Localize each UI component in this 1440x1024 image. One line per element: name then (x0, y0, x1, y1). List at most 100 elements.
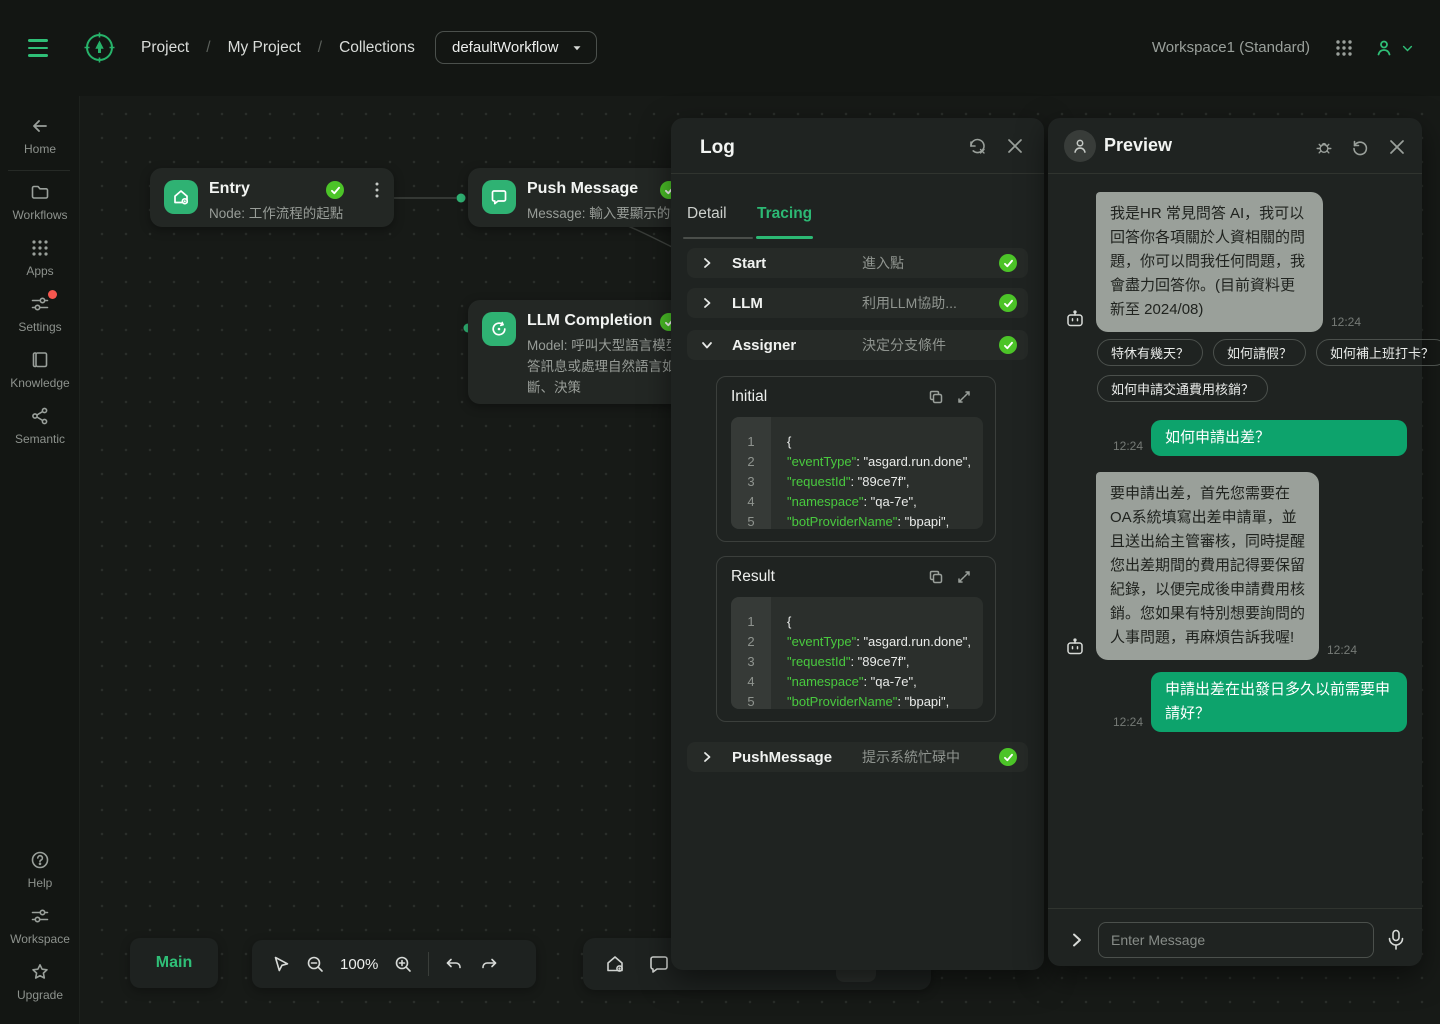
message-input[interactable] (1098, 922, 1374, 958)
clear-history-icon[interactable] (967, 136, 988, 157)
user-icon (1374, 38, 1394, 58)
preview-title: Preview (1104, 135, 1172, 156)
copy-icon[interactable] (927, 388, 945, 406)
breadcrumb-project[interactable]: Project (141, 39, 189, 57)
star-icon (30, 962, 50, 982)
bot-avatar-icon (1064, 636, 1086, 658)
sidebar-item-upgrade[interactable]: Upgrade (0, 962, 80, 1002)
breadcrumb-collections[interactable]: Collections (339, 39, 415, 57)
breadcrumb-my-project[interactable]: My Project (228, 39, 301, 57)
bot-avatar-icon (1064, 308, 1086, 330)
node-more-icon[interactable] (368, 180, 386, 200)
sidebar-item-apps[interactable]: Apps (0, 238, 80, 278)
sidebar-item-home[interactable]: Home (0, 116, 80, 156)
chevron-right-icon (700, 296, 714, 310)
sliders-icon (30, 906, 50, 926)
debug-icon[interactable] (1314, 137, 1334, 157)
trace-row-start[interactable]: Start 進入點 (687, 248, 1028, 278)
bot-message-row: 要申請出差，首先您需要在 OA系統填寫出差申請單，並 且送出給主管審核，同時提醒… (1064, 472, 1365, 660)
preview-header: Preview (1048, 118, 1422, 174)
node-entry[interactable]: Entry Node: 工作流程的起點 (150, 168, 394, 227)
zoom-out-icon[interactable] (305, 954, 325, 974)
chevron-right-icon[interactable] (1068, 931, 1086, 949)
node-success-badge (326, 181, 344, 199)
node-title: Entry (209, 180, 343, 198)
result-code-block[interactable]: 12345 { "eventType": "asgard.run.done", … (731, 597, 983, 709)
entry-node-icon (164, 180, 198, 214)
sidebar-item-help[interactable]: Help (0, 850, 80, 890)
notification-dot (48, 290, 57, 299)
trace-row-assigner[interactable]: Assigner 決定分支條件 (687, 330, 1028, 360)
app-grid-icon[interactable] (1335, 39, 1353, 57)
user-message-bubble: 如何申請出差？ (1151, 420, 1407, 456)
preview-panel: Preview 我是HR 常見問答 AI，我可以 回答你各項關於人資相關的問 題… (1048, 118, 1422, 966)
chevron-right-icon (700, 256, 714, 270)
sidebar-item-semantic[interactable]: Semantic (0, 406, 80, 446)
node-subtitle: Node: 工作流程的起點 (209, 203, 343, 224)
quick-reply-chip[interactable]: 如何補上班打卡？ (1316, 339, 1440, 366)
user-message-row: 12:24 如何申請出差？ (1105, 420, 1407, 456)
app-logo-icon (83, 31, 116, 64)
trace-row-llm[interactable]: LLM 利用LLM協助... (687, 288, 1028, 318)
folder-icon (30, 182, 50, 202)
toolbar-divider (428, 952, 429, 976)
copy-icon[interactable] (927, 568, 945, 586)
back-arrow-icon (30, 116, 50, 136)
zoom-level: 100% (340, 956, 378, 973)
workspace-label: Workspace1 (Standard) (1152, 39, 1310, 56)
success-badge (999, 294, 1017, 312)
redo-icon[interactable] (479, 954, 499, 974)
chevron-right-icon (700, 750, 714, 764)
sidebar-item-settings[interactable]: Settings (0, 294, 80, 334)
caret-down-icon (571, 42, 583, 54)
quick-reply-chip[interactable]: 如何申請交通費用核銷？ (1097, 375, 1268, 402)
workflow-selector-dropdown[interactable]: defaultWorkflow (435, 31, 597, 64)
code-lines: { "eventType": "asgard.run.done", "reque… (771, 417, 983, 529)
sidebar-item-workspace[interactable]: Workspace (0, 906, 80, 946)
initial-code-block[interactable]: 12345 { "eventType": "asgard.run.done", … (731, 417, 983, 529)
app-root: Project / My Project / Collections defau… (0, 0, 1440, 1024)
node-subtitle: Message: 輸入要顯示的訊 (527, 203, 684, 224)
breadcrumb-separator: / (318, 39, 322, 57)
line-numbers: 12345 (731, 417, 771, 529)
profile-menu[interactable] (1374, 38, 1414, 58)
help-icon (30, 850, 50, 870)
message-tool-icon[interactable] (647, 952, 671, 976)
quick-reply-chip[interactable]: 特休有幾天？ (1097, 339, 1203, 366)
message-timestamp: 12:24 (1327, 643, 1357, 657)
sidebar-item-workflows[interactable]: Workflows (0, 182, 80, 222)
breadcrumb-separator: / (206, 39, 210, 57)
user-message-bubble: 申請出差在出發日多久以前需要申 請好？ (1151, 672, 1407, 732)
expand-icon[interactable] (955, 388, 973, 406)
success-badge (999, 748, 1017, 766)
success-badge (999, 254, 1017, 272)
expand-icon[interactable] (955, 568, 973, 586)
breadcrumb: Project / My Project / Collections (141, 0, 415, 96)
close-icon[interactable] (1387, 137, 1407, 157)
result-code-card: Result 12345 { "eventType": "asgard.run.… (716, 556, 996, 722)
tab-tracing[interactable]: Tracing (757, 205, 812, 223)
trace-row-pushmessage[interactable]: PushMessage 提示系統忙碌中 (687, 742, 1028, 772)
chevron-down-icon (1401, 42, 1414, 55)
undo-icon[interactable] (444, 954, 464, 974)
close-icon[interactable] (1005, 136, 1025, 156)
menu-icon[interactable] (28, 39, 48, 57)
quick-reply-chip[interactable]: 如何請假？ (1213, 339, 1306, 366)
cursor-tool-icon[interactable] (270, 954, 290, 974)
reset-icon[interactable] (1350, 137, 1370, 157)
chevron-down-icon (700, 338, 714, 352)
code-lines: { "eventType": "asgard.run.done", "reque… (771, 597, 983, 709)
log-panel: Log Detail Tracing Start 進入點 LLM 利用LLM協助… (671, 118, 1044, 970)
tab-detail[interactable]: Detail (687, 205, 727, 223)
sliders-icon (30, 294, 50, 314)
quick-reply-chips: 如何申請交通費用核銷？ (1097, 375, 1268, 402)
node-subtitle: Model: 呼叫大型語言模型回 答訊息或處理自然語言如判 斷、決策 (527, 335, 693, 398)
microphone-icon[interactable] (1385, 928, 1407, 952)
entry-tool-icon[interactable] (603, 952, 627, 976)
zoom-in-icon[interactable] (393, 954, 413, 974)
tab-underline-inactive (683, 237, 753, 239)
sidebar-item-knowledge[interactable]: Knowledge (0, 350, 80, 390)
main-tab-button[interactable]: Main (130, 938, 218, 988)
log-panel-header: Log (671, 118, 1044, 174)
avatar (1064, 130, 1096, 162)
